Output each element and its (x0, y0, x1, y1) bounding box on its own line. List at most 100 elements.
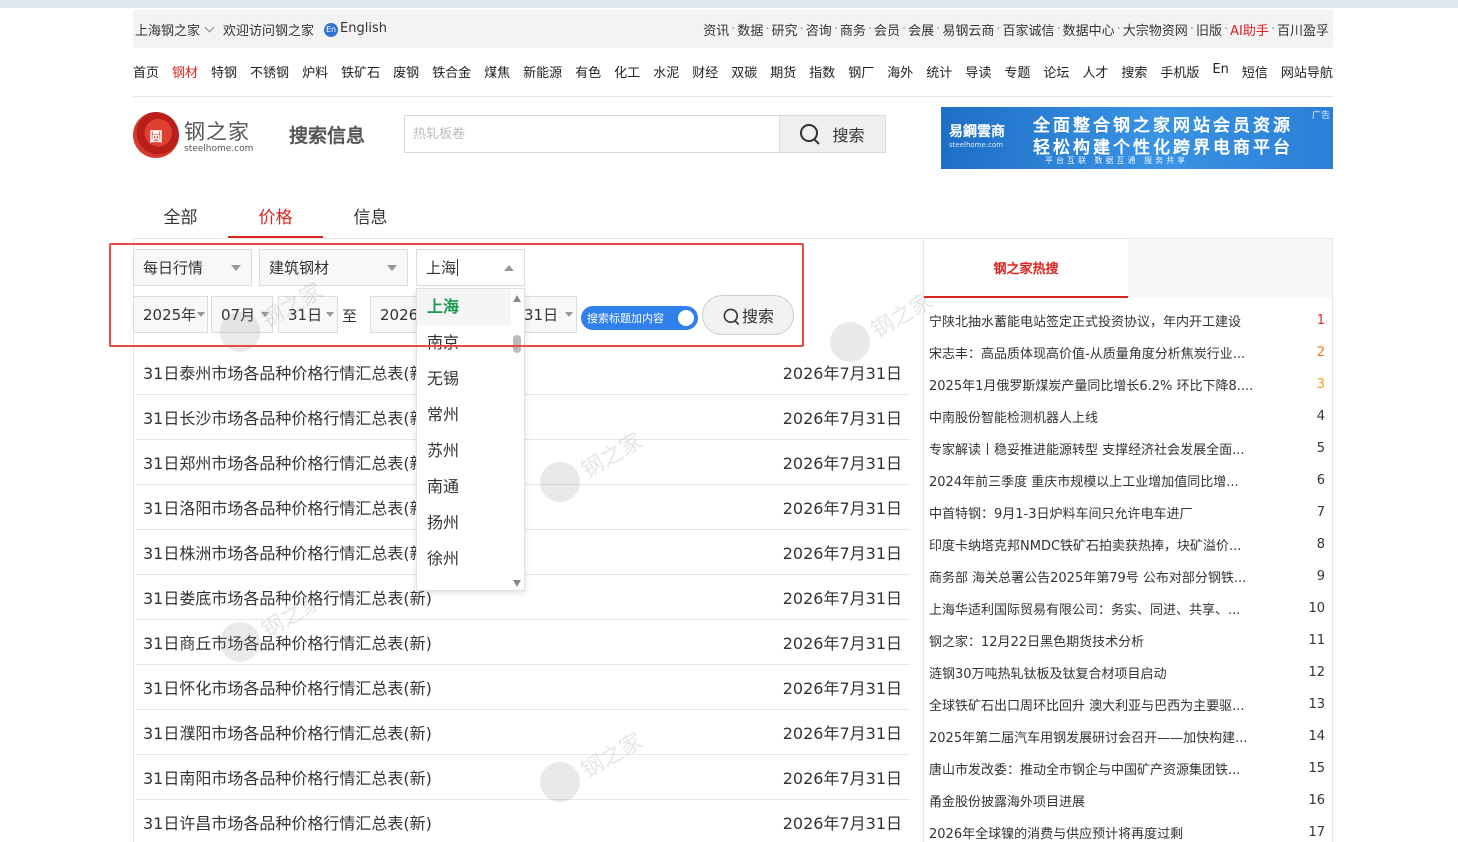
top-link[interactable]: AI助手 (1230, 20, 1269, 39)
nav-item[interactable]: 搜索 (1121, 62, 1147, 81)
nav-item[interactable]: 特钢 (211, 62, 237, 81)
result-title[interactable]: 31日郑州市场各品种价格行情汇总表(新) (143, 450, 432, 474)
top-link[interactable]: 大宗物资网 (1123, 20, 1188, 39)
result-title[interactable]: 31日怀化市场各品种价格行情汇总表(新) (143, 675, 432, 699)
nav-item[interactable]: 导读 (965, 62, 991, 81)
hot-item-title[interactable]: 全球铁矿石出口周环比回升 澳大利亚与巴西为主要驱... (929, 695, 1245, 714)
search-content-toggle[interactable]: 搜索标题加内容 (581, 306, 698, 330)
result-title[interactable]: 31日许昌市场各品种价格行情汇总表(新) (143, 810, 432, 834)
hot-item-title[interactable]: 商务部 海关总署公告2025年第79号 公布对部分钢铁... (929, 567, 1246, 586)
top-link[interactable]: 易钢云商 (942, 20, 994, 39)
result-row[interactable]: 31日南阳市场各品种价格行情汇总表(新) 2026年7月31日 (136, 755, 910, 800)
nav-item[interactable]: 钢材 (172, 62, 198, 81)
result-title[interactable]: 31日长沙市场各品种价格行情汇总表(新) (143, 405, 432, 429)
hot-item[interactable]: 唐山市发改委：推动全市钢企与中国矿产资源集团铁... 15 (929, 752, 1327, 784)
nav-item[interactable]: 网站导航 (1281, 62, 1333, 81)
result-title[interactable]: 31日濮阳市场各品种价格行情汇总表(新) (143, 720, 432, 744)
ad-banner[interactable]: 易鋼雲商 steelhome.com 全面整合钢之家网站会员资源 轻松构建个性化… (941, 107, 1333, 169)
hot-item[interactable]: 中首特钢：9月1-3日炉料车间只允许电车进厂 7 (929, 496, 1327, 528)
nav-item[interactable]: 化工 (614, 62, 640, 81)
hot-item-title[interactable]: 2024年前三季度 重庆市规模以上工业增加值同比增... (929, 471, 1239, 490)
category-select[interactable]: 每日行情 (133, 249, 252, 286)
top-link[interactable]: 商务 (840, 20, 866, 39)
nav-item[interactable]: 不锈钢 (250, 62, 289, 81)
top-link[interactable]: 咨询 (806, 20, 832, 39)
nav-item[interactable]: 有色 (575, 62, 601, 81)
filter-search-button[interactable]: 搜索 (702, 295, 794, 335)
city-option[interactable]: 南通 (417, 469, 511, 505)
nav-item[interactable]: 手机版 (1160, 62, 1199, 81)
hot-item-title[interactable]: 印度卡纳塔克邦NMDC铁矿石拍卖获热捧，块矿溢价... (929, 535, 1241, 554)
scroll-thumb[interactable] (513, 335, 521, 353)
tab-all[interactable]: 全部 (133, 200, 228, 238)
result-title[interactable]: 31日娄底市场各品种价格行情汇总表(新) (143, 585, 432, 609)
top-link[interactable]: 资讯 (703, 20, 729, 39)
scroll-down-icon[interactable] (513, 580, 521, 587)
hot-item-title[interactable]: 甬金股份披露海外项目进展 (929, 791, 1085, 810)
result-row[interactable]: 31日濮阳市场各品种价格行情汇总表(新) 2026年7月31日 (136, 710, 910, 755)
hot-item[interactable]: 宋志丰：高品质体现高价值-从质量角度分析焦炭行业... 2 (929, 336, 1327, 368)
nav-item[interactable]: 统计 (926, 62, 952, 81)
hot-item[interactable]: 2024年前三季度 重庆市规模以上工业增加值同比增... 6 (929, 464, 1327, 496)
hot-item-title[interactable]: 涟钢30万吨热轧钛板及钛复合材项目启动 (929, 663, 1167, 682)
nav-item[interactable]: 水泥 (653, 62, 679, 81)
city-option[interactable]: 常州 (417, 397, 511, 433)
result-title[interactable]: 31日洛阳市场各品种价格行情汇总表(新) (143, 495, 432, 519)
top-link[interactable]: 会展 (908, 20, 934, 39)
nav-item[interactable]: 钢厂 (848, 62, 874, 81)
nav-item[interactable]: En (1212, 62, 1228, 81)
dropdown-scrollbar[interactable] (512, 295, 522, 587)
result-row[interactable]: 31日许昌市场各品种价格行情汇总表(新) 2026年7月31日 (136, 800, 910, 842)
nav-item[interactable]: 铁矿石 (341, 62, 380, 81)
hot-item-title[interactable]: 专家解读丨稳妥推进能源转型 支撑经济社会发展全面... (929, 439, 1245, 458)
top-link[interactable]: 旧版 (1196, 20, 1222, 39)
result-title[interactable]: 31日商丘市场各品种价格行情汇总表(新) (143, 630, 432, 654)
hot-item[interactable]: 商务部 海关总署公告2025年第79号 公布对部分钢铁... 9 (929, 560, 1327, 592)
hot-item[interactable]: 中南股份智能检测机器人上线 4 (929, 400, 1327, 432)
hot-item-title[interactable]: 钢之家：12月22日黑色期货技术分析 (929, 631, 1144, 650)
nav-item[interactable]: 炉料 (302, 62, 328, 81)
scroll-up-icon[interactable] (513, 295, 521, 302)
city-option[interactable]: 苏州 (417, 433, 511, 469)
search-input[interactable] (405, 116, 779, 152)
hot-item[interactable]: 涟钢30万吨热轧钛板及钛复合材项目启动 12 (929, 656, 1327, 688)
nav-item[interactable]: 首页 (133, 62, 159, 81)
nav-item[interactable]: 论坛 (1043, 62, 1069, 81)
hot-item[interactable]: 宁陕北抽水蓄能电站签定正式投资协议，年内开工建设 1 (929, 304, 1327, 336)
hot-item-title[interactable]: 2025年1月俄罗斯煤炭产量同比增长6.2% 环比下降8.... (929, 375, 1253, 394)
nav-item[interactable]: 新能源 (523, 62, 562, 81)
result-title[interactable]: 31日株洲市场各品种价格行情汇总表(新) (143, 540, 432, 564)
hot-item-title[interactable]: 上海华适利国际贸易有限公司：务实、同进、共享、... (929, 599, 1240, 618)
hot-item[interactable]: 钢之家：12月22日黑色期货技术分析 11 (929, 624, 1327, 656)
hot-item[interactable]: 上海华适利国际贸易有限公司：务实、同进、共享、... 10 (929, 592, 1327, 624)
hot-item-title[interactable]: 2025年第二届汽车用钢发展研讨会召开——加快构建... (929, 727, 1247, 746)
city-option[interactable]: 无锡 (417, 361, 511, 397)
nav-item[interactable]: 专题 (1004, 62, 1030, 81)
nav-item[interactable]: 双碳 (731, 62, 757, 81)
hot-item-title[interactable]: 宋志丰：高品质体现高价值-从质量角度分析焦炭行业... (929, 343, 1245, 362)
top-link[interactable]: 会员 (874, 20, 900, 39)
hot-tab[interactable]: 钢之家热搜 (924, 239, 1128, 298)
hot-item-title[interactable]: 宁陕北抽水蓄能电站签定正式投资协议，年内开工建设 (929, 311, 1241, 330)
hot-item[interactable]: 2026年全球镍的消费与供应预计将再度过剩 17 (929, 816, 1327, 842)
start-year-select[interactable]: 2025年 (133, 296, 208, 333)
hot-item-title[interactable]: 唐山市发改委：推动全市钢企与中国矿产资源集团铁... (929, 759, 1240, 778)
hot-item[interactable]: 2025年第二届汽车用钢发展研讨会召开——加快构建... 14 (929, 720, 1327, 752)
result-title[interactable]: 31日泰州市场各品种价格行情汇总表(新) (143, 360, 432, 384)
english-link[interactable]: En English (324, 21, 387, 37)
hot-item-title[interactable]: 中南股份智能检测机器人上线 (929, 407, 1098, 426)
site-selector[interactable]: 上海钢之家 (135, 20, 215, 39)
hot-item-title[interactable]: 2026年全球镍的消费与供应预计将再度过剩 (929, 823, 1183, 842)
nav-item[interactable]: 财经 (692, 62, 718, 81)
city-option[interactable]: 扬州 (417, 505, 511, 541)
top-link[interactable]: 百川盈孚 (1277, 20, 1329, 39)
city-option[interactable]: 上海 (417, 289, 511, 325)
result-title[interactable]: 31日南阳市场各品种价格行情汇总表(新) (143, 765, 432, 789)
nav-item[interactable]: 铁合金 (432, 62, 471, 81)
city-option[interactable]: 徐州 (417, 541, 511, 577)
search-button[interactable]: 搜索 (779, 116, 885, 152)
hot-item[interactable]: 全球铁矿石出口周环比回升 澳大利亚与巴西为主要驱... 13 (929, 688, 1327, 720)
nav-item[interactable]: 短信 (1242, 62, 1268, 81)
city-option[interactable]: 南京 (417, 325, 511, 361)
hot-item[interactable]: 甬金股份披露海外项目进展 16 (929, 784, 1327, 816)
